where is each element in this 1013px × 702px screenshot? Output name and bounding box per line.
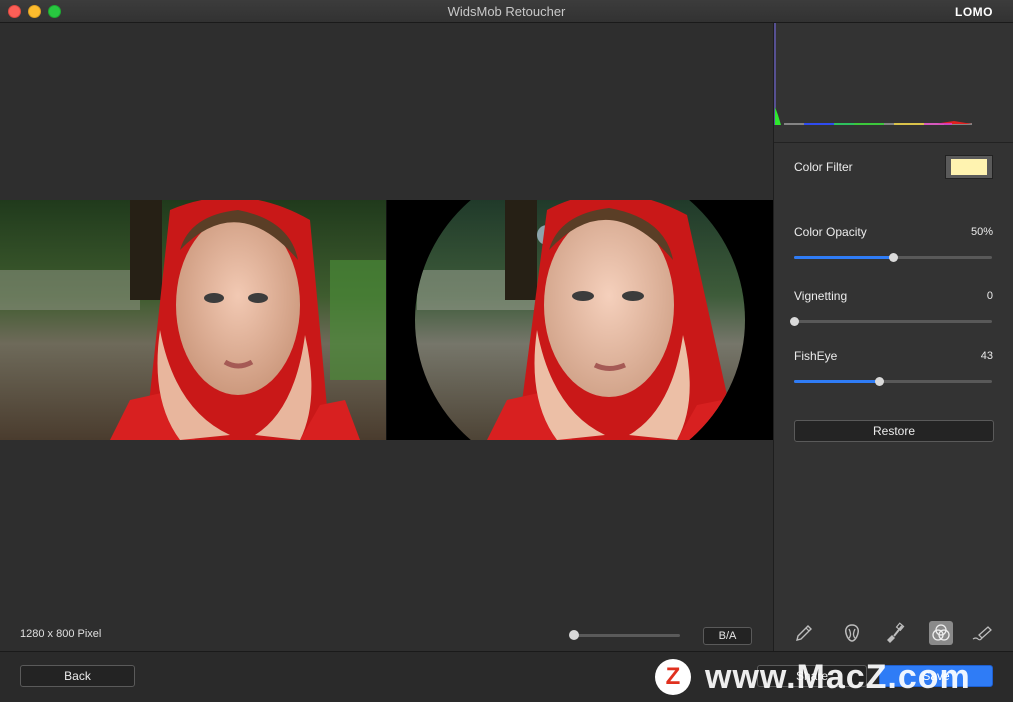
restore-button[interactable]: Restore: [794, 420, 994, 442]
slider-track[interactable]: [794, 320, 992, 323]
color-opacity-value: 50%: [970, 226, 993, 238]
before-after-toggle-button[interactable]: B/A: [703, 627, 752, 645]
zoom-slider-track[interactable]: [574, 634, 680, 637]
back-button[interactable]: Back: [20, 665, 135, 687]
fisheye-value: 43: [980, 350, 993, 362]
slider-fill: [794, 380, 880, 383]
color-filter-icon[interactable]: [929, 621, 953, 645]
before-photo: [0, 200, 386, 440]
watermark: Z www.MacZ.com: [655, 655, 971, 699]
mode-label: LOMO: [955, 5, 993, 19]
adjustment-panel: Color Filter Color Opacity 50% Vignettin…: [773, 23, 1013, 651]
vignetting-label: Vignetting: [794, 289, 848, 303]
after-photo: [387, 200, 773, 440]
slider-knob[interactable]: [875, 377, 885, 386]
histogram: [774, 23, 1013, 143]
vignetting-value: 0: [986, 290, 993, 302]
color-filter-label: Color Filter: [794, 160, 853, 174]
image-dimensions: 1280 x 800 Pixel: [20, 628, 102, 640]
zoom-slider-knob[interactable]: [569, 630, 579, 640]
image-canvas: 1280 x 800 Pixel B/A: [0, 23, 773, 651]
slider-fill: [794, 256, 893, 259]
watermark-logo: Z: [655, 659, 691, 695]
title-bar: WidsMob Retoucher LOMO: [0, 0, 1013, 23]
slider-knob[interactable]: [889, 253, 898, 262]
color-opacity-label: Color Opacity: [794, 225, 867, 239]
brush-icon[interactable]: [882, 621, 906, 645]
window-title: WidsMob Retoucher: [447, 4, 566, 19]
eraser-pen-icon[interactable]: [970, 621, 994, 645]
color-opacity-slider[interactable]: [794, 251, 992, 263]
watermark-text: www.MacZ.com: [705, 657, 971, 696]
color-filter-picker[interactable]: [945, 155, 993, 179]
fisheye-slider[interactable]: [794, 375, 992, 387]
pencil-icon[interactable]: [792, 621, 816, 645]
vignetting-slider[interactable]: [790, 315, 992, 327]
face-retouch-icon[interactable]: [840, 621, 864, 645]
fisheye-label: FishEye: [794, 349, 838, 363]
color-filter-swatch[interactable]: [951, 159, 987, 175]
bottom-toolbar: Back Share Save Z www.MacZ.com: [0, 651, 1013, 702]
slider-knob[interactable]: [790, 317, 799, 326]
